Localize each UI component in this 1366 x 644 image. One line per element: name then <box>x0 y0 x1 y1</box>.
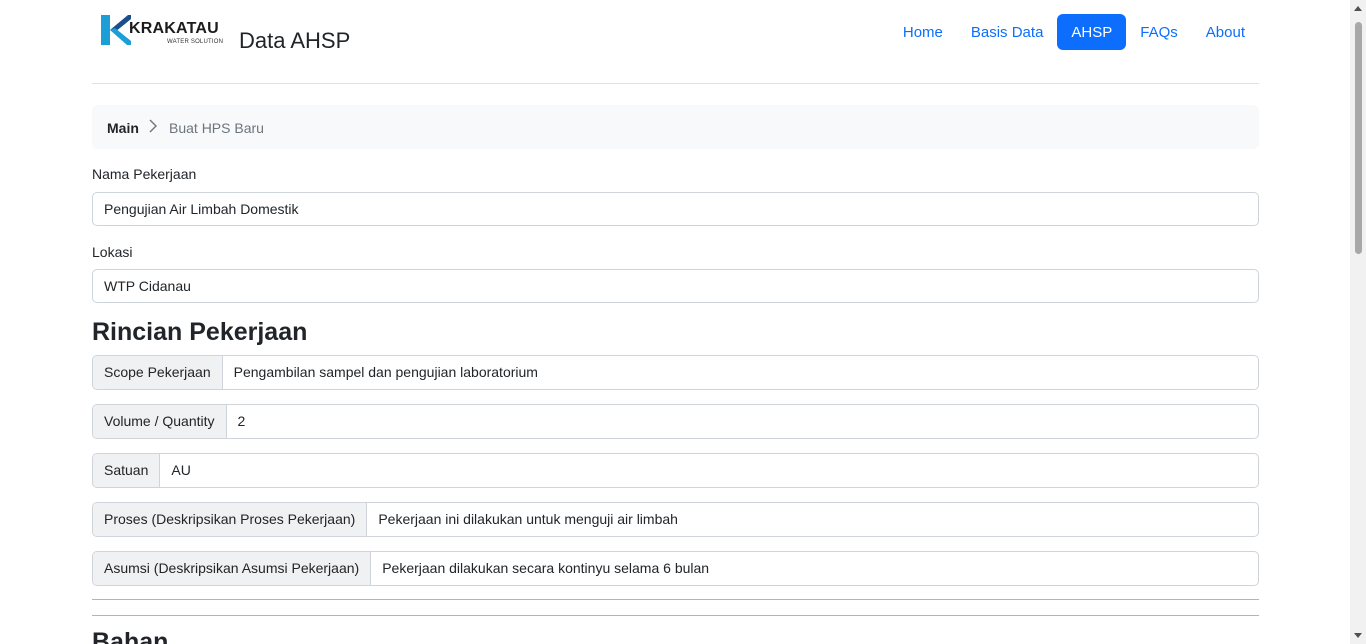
asumsi-input[interactable]: Pekerjaan dilakukan secara kontinyu sela… <box>371 552 1258 585</box>
scroll-down-arrow-icon[interactable] <box>1354 633 1362 638</box>
proses-group: Proses (Deskripsikan Proses Pekerjaan) P… <box>92 502 1259 537</box>
main-nav: Home Basis Data AHSP FAQs About <box>889 14 1259 50</box>
scope-label: Scope Pekerjaan <box>93 356 223 389</box>
nav-faqs[interactable]: FAQs <box>1126 14 1192 50</box>
nav-home[interactable]: Home <box>889 14 957 50</box>
breadcrumb: Main Buat HPS Baru <box>92 105 1259 149</box>
scrollbar-thumb[interactable] <box>1355 22 1362 254</box>
bahan-title: Bahan <box>92 628 169 644</box>
header: KRAKATAU WATER SOLUTION Data AHSP Home B… <box>92 0 1259 84</box>
satuan-label: Satuan <box>93 454 161 487</box>
nama-pekerjaan-input[interactable]: Pengujian Air Limbah Domestik <box>92 192 1259 226</box>
divider <box>92 599 1259 600</box>
page-scrollbar[interactable] <box>1350 0 1366 644</box>
proses-input[interactable]: Pekerjaan ini dilakukan untuk menguji ai… <box>367 503 1258 536</box>
asumsi-group: Asumsi (Deskripsikan Asumsi Pekerjaan) P… <box>92 551 1259 586</box>
scroll-up-arrow-icon[interactable] <box>1354 6 1362 11</box>
krakatau-logo-icon <box>101 15 131 45</box>
breadcrumb-main-link[interactable]: Main <box>107 120 139 136</box>
chevron-right-icon <box>149 119 157 133</box>
volume-input[interactable]: 2 <box>227 405 1258 438</box>
nav-about[interactable]: About <box>1192 14 1259 50</box>
logo-subtext: WATER SOLUTION <box>167 39 224 45</box>
divider <box>92 615 1259 616</box>
breadcrumb-current: Buat HPS Baru <box>169 120 264 136</box>
nama-pekerjaan-label: Nama Pekerjaan <box>92 166 197 182</box>
lokasi-input[interactable]: WTP Cidanau <box>92 269 1259 303</box>
lokasi-label: Lokasi <box>92 244 133 260</box>
proses-label: Proses (Deskripsikan Proses Pekerjaan) <box>93 503 368 536</box>
rincian-title: Rincian Pekerjaan <box>92 318 308 346</box>
satuan-group: Satuan AU <box>92 453 1259 488</box>
nav-ahsp[interactable]: AHSP <box>1057 14 1127 50</box>
asumsi-label: Asumsi (Deskripsikan Asumsi Pekerjaan) <box>93 552 372 585</box>
main-container: KRAKATAU WATER SOLUTION Data AHSP Home B… <box>92 0 1259 644</box>
page: KRAKATAU WATER SOLUTION Data AHSP Home B… <box>0 0 1366 644</box>
logo-text: KRAKATAU <box>129 20 219 37</box>
site-title: Data AHSP <box>239 28 351 53</box>
volume-label: Volume / Quantity <box>93 405 227 438</box>
volume-group: Volume / Quantity 2 <box>92 404 1259 439</box>
nav-basis-data[interactable]: Basis Data <box>957 14 1058 50</box>
scope-input[interactable]: Pengambilan sampel dan pengujian laborat… <box>223 356 1258 389</box>
brand-logo[interactable]: KRAKATAU WATER SOLUTION <box>101 15 225 47</box>
satuan-input[interactable]: AU <box>160 454 1258 487</box>
scope-group: Scope Pekerjaan Pengambilan sampel dan p… <box>92 355 1259 390</box>
